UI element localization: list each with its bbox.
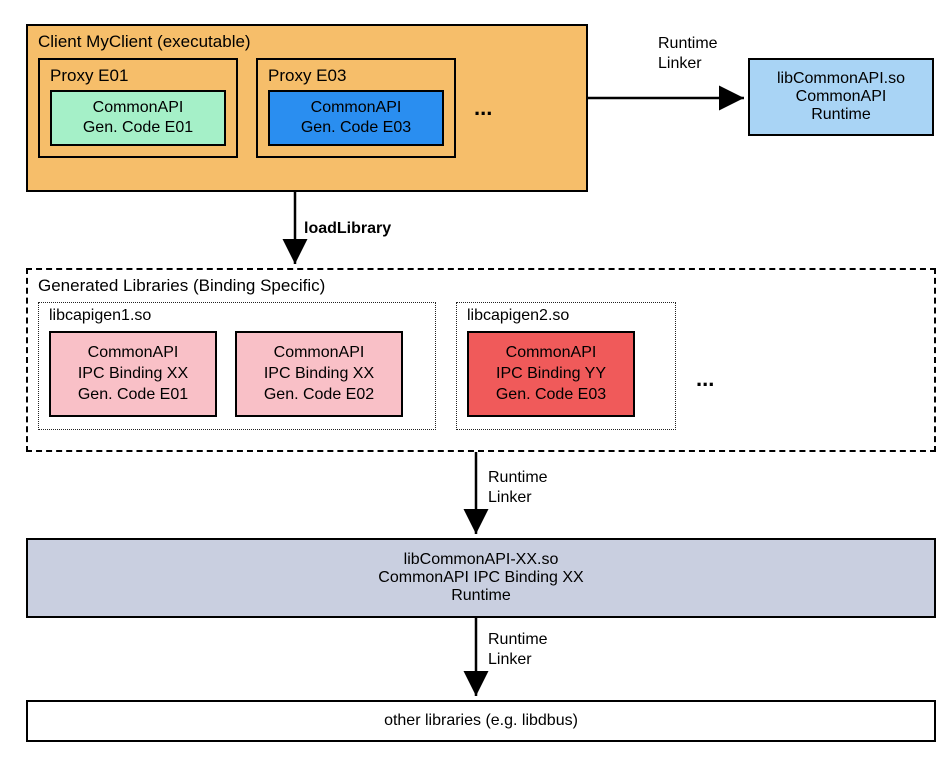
proxy-ellipsis: ...: [474, 95, 492, 121]
gen-code-e01-l1: CommonAPI: [56, 98, 220, 118]
libcapigen1-title: libcapigen1.so: [49, 307, 425, 325]
proxy-e01-title: Proxy E01: [50, 66, 226, 86]
lib-commonapi-l2: CommonAPI: [750, 88, 932, 106]
architecture-diagram: Client MyClient (executable) Proxy E01 C…: [20, 20, 940, 750]
libcapigen2-box: libcapigen2.so CommonAPI IPC Binding YY …: [456, 302, 676, 430]
libcapigen2-title: libcapigen2.so: [467, 307, 665, 325]
runtime-linker-label-1: Runtime Linker: [658, 34, 718, 74]
ipc-runtime-l3: Runtime: [28, 587, 934, 605]
lib-commonapi-l3: Runtime: [750, 106, 932, 124]
ipc-binding-runtime-box: libCommonAPI-XX.so CommonAPI IPC Binding…: [26, 538, 936, 618]
libcapi-row: libcapigen1.so CommonAPI IPC Binding XX …: [38, 302, 924, 430]
client-executable-box: Client MyClient (executable) Proxy E01 C…: [26, 24, 588, 192]
runtime-linker-label-3: Runtime Linker: [488, 630, 548, 670]
load-library-label: loadLibrary: [304, 220, 391, 238]
libcapi-ellipsis: ...: [696, 340, 714, 392]
client-title: Client MyClient (executable): [38, 32, 576, 52]
binding-xx-e01: CommonAPI IPC Binding XX Gen. Code E01: [49, 331, 217, 417]
other-libs-label: other libraries (e.g. libdbus): [28, 712, 934, 730]
proxy-row: Proxy E01 CommonAPI Gen. Code E01 Proxy …: [38, 58, 576, 158]
ipc-runtime-l2: CommonAPI IPC Binding XX: [28, 569, 934, 587]
binding-yy-e03: CommonAPI IPC Binding YY Gen. Code E03: [467, 331, 635, 417]
proxy-e03-box: Proxy E03 CommonAPI Gen. Code E03: [256, 58, 456, 158]
lib-commonapi-box: libCommonAPI.so CommonAPI Runtime: [748, 58, 934, 136]
gen-code-e03: CommonAPI Gen. Code E03: [268, 90, 444, 146]
gen-code-e03-l2: Gen. Code E03: [274, 118, 438, 138]
proxy-e01-box: Proxy E01 CommonAPI Gen. Code E01: [38, 58, 238, 158]
generated-libraries-title: Generated Libraries (Binding Specific): [38, 276, 924, 296]
lib-commonapi-l1: libCommonAPI.so: [750, 70, 932, 88]
ipc-runtime-l1: libCommonAPI-XX.so: [28, 551, 934, 569]
proxy-e03-title: Proxy E03: [268, 66, 444, 86]
generated-libraries-box: Generated Libraries (Binding Specific) l…: [26, 268, 936, 452]
libcapigen1-box: libcapigen1.so CommonAPI IPC Binding XX …: [38, 302, 436, 430]
runtime-linker-label-2: Runtime Linker: [488, 468, 548, 508]
gen-code-e01-l2: Gen. Code E01: [56, 118, 220, 138]
gen-code-e01: CommonAPI Gen. Code E01: [50, 90, 226, 146]
gen-code-e03-l1: CommonAPI: [274, 98, 438, 118]
binding-xx-e02: CommonAPI IPC Binding XX Gen. Code E02: [235, 331, 403, 417]
other-libraries-box: other libraries (e.g. libdbus): [26, 700, 936, 742]
